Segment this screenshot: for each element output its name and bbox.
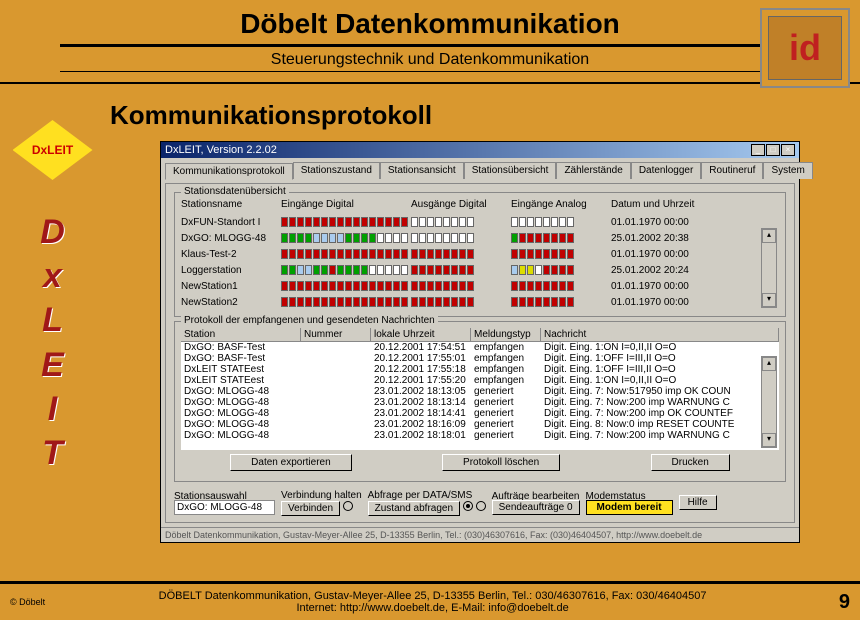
titlebar[interactable]: DxLEIT, Version 2.2.02 _ □ × — [161, 142, 799, 158]
status-bar: Döbelt Datenkommunikation, Gustav-Meyer-… — [161, 527, 799, 542]
overview-row[interactable]: DxFUN-Standort I 01.01.1970 00:00 — [181, 214, 761, 230]
protocol-col-header: Nachricht — [541, 328, 779, 341]
vertical-letter: L — [5, 298, 100, 342]
scroll-down-icon[interactable]: ▾ — [762, 433, 776, 447]
protocol-row[interactable]: DxGO: MLOGG-4823.01.2002 18:16:09generie… — [181, 419, 761, 430]
page-number: 9 — [820, 591, 850, 614]
overview-col-header: Eingänge Digital — [281, 199, 411, 210]
overview-row[interactable]: NewStation2 01.01.1970 00:00 — [181, 294, 761, 310]
overview-scrollbar[interactable]: ▴ ▾ — [761, 228, 777, 308]
scroll-up-icon[interactable]: ▴ — [762, 357, 776, 371]
datetime: 01.01.1970 00:00 — [611, 249, 689, 260]
datetime: 01.01.1970 00:00 — [611, 281, 689, 292]
protocol-row[interactable]: DxLEIT STATEest20.12.2001 17:55:18empfan… — [181, 364, 761, 375]
export-button[interactable]: Daten exportieren — [230, 454, 352, 471]
clear-button[interactable]: Protokoll löschen — [442, 454, 560, 471]
footer-line1: DÖBELT Datenkommunikation, Gustav-Meyer-… — [45, 590, 820, 602]
poll-button[interactable]: Zustand abfragen — [368, 501, 460, 516]
overview-col-header: Eingänge Analog — [511, 199, 611, 210]
vertical-letter: E — [5, 343, 100, 387]
station-name: DxFUN-Standort I — [181, 217, 281, 228]
bottom-bar: Stationsauswahl DxGO: MLOGG-48 Verbindun… — [170, 486, 790, 518]
protocol-row[interactable]: DxLEIT STATEest20.12.2001 17:55:20empfan… — [181, 375, 761, 386]
protocol-group: Protokoll der empfangenen und gesendeten… — [174, 321, 786, 482]
footer-line2: Internet: http://www.doebelt.de, E-Mail:… — [45, 602, 820, 614]
tab-bar: KommunikationsprotokollStationszustandSt… — [161, 158, 799, 179]
orders-button[interactable]: Sendeaufträge 0 — [492, 500, 580, 515]
protocol-row[interactable]: DxGO: BASF-Test20.12.2001 17:55:01empfan… — [181, 353, 761, 364]
station-name: NewStation1 — [181, 281, 281, 292]
protocol-col-header: Nummer — [301, 328, 371, 341]
protocol-scrollbar[interactable]: ▴ ▾ — [761, 356, 777, 448]
protocol-row[interactable]: DxGO: BASF-Test20.12.2001 17:54:51empfan… — [181, 342, 761, 353]
station-name: DxGO: MLOGG-48 — [181, 233, 281, 244]
window-title: DxLEIT, Version 2.2.02 — [165, 144, 277, 156]
company-title: Döbelt Datenkommunikation — [0, 8, 860, 40]
protocol-title: Protokoll der empfangenen und gesendeten… — [181, 315, 438, 326]
maximize-icon[interactable]: □ — [766, 144, 780, 156]
overview-title: Stationsdatenübersicht — [181, 186, 289, 197]
overview-col-header: Datum und Uhrzeit — [611, 199, 721, 210]
tab[interactable]: Zählerstände — [556, 162, 630, 179]
help-button[interactable]: Hilfe — [679, 495, 717, 510]
tab[interactable]: Stationszustand — [293, 162, 380, 179]
protocol-row[interactable]: DxGO: MLOGG-4823.01.2002 18:18:01generie… — [181, 430, 761, 441]
vertical-letter: x — [5, 254, 100, 298]
scroll-up-icon[interactable]: ▴ — [762, 229, 776, 243]
overview-group: Stationsdatenübersicht StationsnameEingä… — [174, 192, 786, 317]
connect-button[interactable]: Verbinden — [281, 501, 340, 516]
poll-radio-sms[interactable] — [476, 501, 486, 511]
overview-row[interactable]: Klaus-Test-2 01.01.1970 00:00 — [181, 246, 761, 262]
overview-col-header: Ausgänge Digital — [411, 199, 511, 210]
vertical-letter: D — [5, 210, 100, 254]
minimize-icon[interactable]: _ — [751, 144, 765, 156]
slide-header: Döbelt Datenkommunikation Steuerungstech… — [0, 0, 860, 84]
connection-label: Verbindung halten — [281, 490, 362, 501]
datetime: 25.01.2002 20:24 — [611, 265, 689, 276]
poll-label: Abfrage per DATA/SMS — [368, 490, 486, 501]
dxleit-diamond: DxLEIT — [13, 120, 93, 180]
tab[interactable]: Stationsübersicht — [464, 162, 557, 179]
protocol-col-header: lokale Uhrzeit — [371, 328, 471, 341]
datetime: 01.01.1970 00:00 — [611, 217, 689, 228]
overview-row[interactable]: NewStation1 01.01.1970 00:00 — [181, 278, 761, 294]
sidebar: DxLEIT DxLEIT — [5, 120, 100, 475]
page-title: Kommunikationsprotokoll — [110, 100, 850, 131]
connect-radio[interactable] — [343, 501, 353, 511]
datetime: 01.01.1970 00:00 — [611, 297, 689, 308]
copyright: © Döbelt — [10, 597, 45, 607]
app-window: DxLEIT, Version 2.2.02 _ □ × Kommunikati… — [160, 141, 800, 543]
overview-col-header: Stationsname — [181, 199, 281, 210]
overview-row[interactable]: Loggerstation 25.01.2002 20:24 — [181, 262, 761, 278]
protocol-col-header: Station — [181, 328, 301, 341]
station-name: Klaus-Test-2 — [181, 249, 281, 260]
print-button[interactable]: Drucken — [651, 454, 730, 471]
protocol-row[interactable]: DxGO: MLOGG-4823.01.2002 18:14:41generie… — [181, 408, 761, 419]
slide-footer: © Döbelt DÖBELT Datenkommunikation, Gust… — [0, 581, 860, 620]
tab[interactable]: Datenlogger — [631, 162, 701, 179]
protocol-row[interactable]: DxGO: MLOGG-4823.01.2002 18:13:14generie… — [181, 397, 761, 408]
logo: id — [760, 8, 850, 88]
tab[interactable]: Routineruf — [701, 162, 763, 179]
modem-status: Modem bereit — [586, 500, 673, 515]
close-icon[interactable]: × — [781, 144, 795, 156]
station-name: Loggerstation — [181, 265, 281, 276]
poll-radio-data[interactable] — [463, 501, 473, 511]
protocol-col-header: Meldungstyp — [471, 328, 541, 341]
vertical-letter: I — [5, 387, 100, 431]
tab[interactable]: Stationsansicht — [380, 162, 464, 179]
station-select[interactable]: DxGO: MLOGG-48 — [174, 500, 275, 515]
company-subtitle: Steuerungstechnik und Datenkommunikation — [0, 51, 860, 69]
vertical-letter: T — [5, 431, 100, 475]
protocol-row[interactable]: DxGO: MLOGG-4823.01.2002 18:13:05generie… — [181, 386, 761, 397]
datetime: 25.01.2002 20:38 — [611, 233, 689, 244]
tab[interactable]: Kommunikationsprotokoll — [165, 163, 293, 180]
station-name: NewStation2 — [181, 297, 281, 308]
scroll-down-icon[interactable]: ▾ — [762, 293, 776, 307]
tab[interactable]: System — [763, 162, 812, 179]
overview-row[interactable]: DxGO: MLOGG-48 25.01.2002 20:38 — [181, 230, 761, 246]
